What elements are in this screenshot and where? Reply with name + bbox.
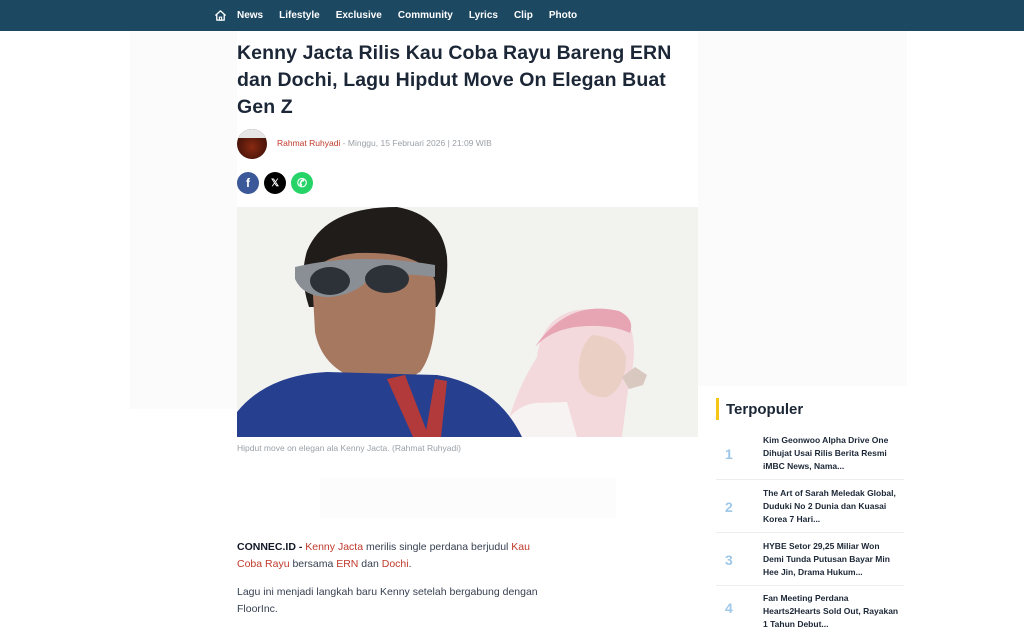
popular-rank: 4	[725, 600, 733, 616]
text-span: merilis single perdana berjudul	[363, 541, 512, 553]
image-caption: Hipdut move on elegan ala Kenny Jacta. (…	[237, 443, 461, 453]
nav-item-clip[interactable]: Clip	[514, 10, 533, 21]
popular-section-header: Terpopuler	[716, 398, 803, 420]
link-ern[interactable]: ERN	[336, 558, 358, 570]
hero-image	[237, 207, 698, 437]
popular-title: Terpopuler	[726, 400, 804, 418]
popular-item-title[interactable]: Fan Meeting Perdana Hearts2Hearts Sold O…	[763, 592, 901, 629]
publish-date: - Minggu, 15 Februari 2026 | 21:09 WIB	[340, 138, 492, 148]
popular-rank: 1	[725, 446, 733, 462]
text-span: .	[408, 558, 412, 570]
facebook-share-icon[interactable]: f	[237, 172, 259, 194]
popular-item[interactable]: 3 HYBE Setor 29,25 Miliar Won Demi Tunda…	[716, 534, 904, 586]
article-paragraph-1: CONNEC.ID - Kenny Jacta merilis single p…	[237, 539, 557, 573]
ad-slot	[320, 478, 616, 518]
nav-menu: News Lifestyle Exclusive Community Lyric…	[212, 0, 593, 31]
nav-item-lifestyle[interactable]: Lifestyle	[279, 10, 320, 21]
left-ad-area	[130, 31, 237, 409]
popular-rank: 2	[725, 499, 733, 515]
popular-item-title[interactable]: Kim Geonwoo Alpha Drive One Dihujat Usai…	[763, 434, 901, 473]
popular-item-title[interactable]: The Art of Sarah Meledak Global, Duduki …	[763, 487, 901, 526]
popular-rank: 3	[725, 552, 733, 568]
nav-item-news[interactable]: News	[237, 10, 263, 21]
popular-item[interactable]: 4 Fan Meeting Perdana Hearts2Hearts Sold…	[716, 587, 904, 629]
nav-item-lyrics[interactable]: Lyrics	[469, 10, 498, 21]
article-meta: Rahmat Ruhyadi - Minggu, 15 Februari 202…	[277, 138, 492, 148]
article-paragraph-2: Lagu ini menjadi langkah baru Kenny sete…	[237, 586, 538, 615]
source-tag: CONNEC.ID -	[237, 541, 306, 553]
link-kenny-jacta[interactable]: Kenny Jacta	[305, 541, 363, 553]
x-share-icon[interactable]: 𝕏	[264, 172, 286, 194]
home-icon[interactable]	[212, 8, 228, 24]
top-navbar: News Lifestyle Exclusive Community Lyric…	[0, 0, 1024, 31]
popular-item[interactable]: 1 Kim Geonwoo Alpha Drive One Dihujat Us…	[716, 428, 904, 480]
text-span: dan	[358, 558, 382, 570]
nav-item-community[interactable]: Community	[398, 10, 453, 21]
right-ad-area	[698, 31, 907, 386]
nav-item-exclusive[interactable]: Exclusive	[336, 10, 382, 21]
whatsapp-share-icon[interactable]: ✆	[291, 172, 313, 194]
article-title: Kenny Jacta Rilis Kau Coba Rayu Bareng E…	[237, 42, 672, 118]
author-name[interactable]: Rahmat Ruhyadi	[277, 138, 340, 148]
popular-item[interactable]: 2 The Art of Sarah Meledak Global, Duduk…	[716, 481, 904, 533]
nav-item-photo[interactable]: Photo	[549, 10, 577, 21]
author-avatar[interactable]	[237, 129, 267, 159]
text-span: bersama	[289, 558, 337, 570]
link-dochi[interactable]: Dochi	[382, 558, 409, 570]
popular-item-title[interactable]: HYBE Setor 29,25 Miliar Won Demi Tunda P…	[763, 540, 901, 579]
